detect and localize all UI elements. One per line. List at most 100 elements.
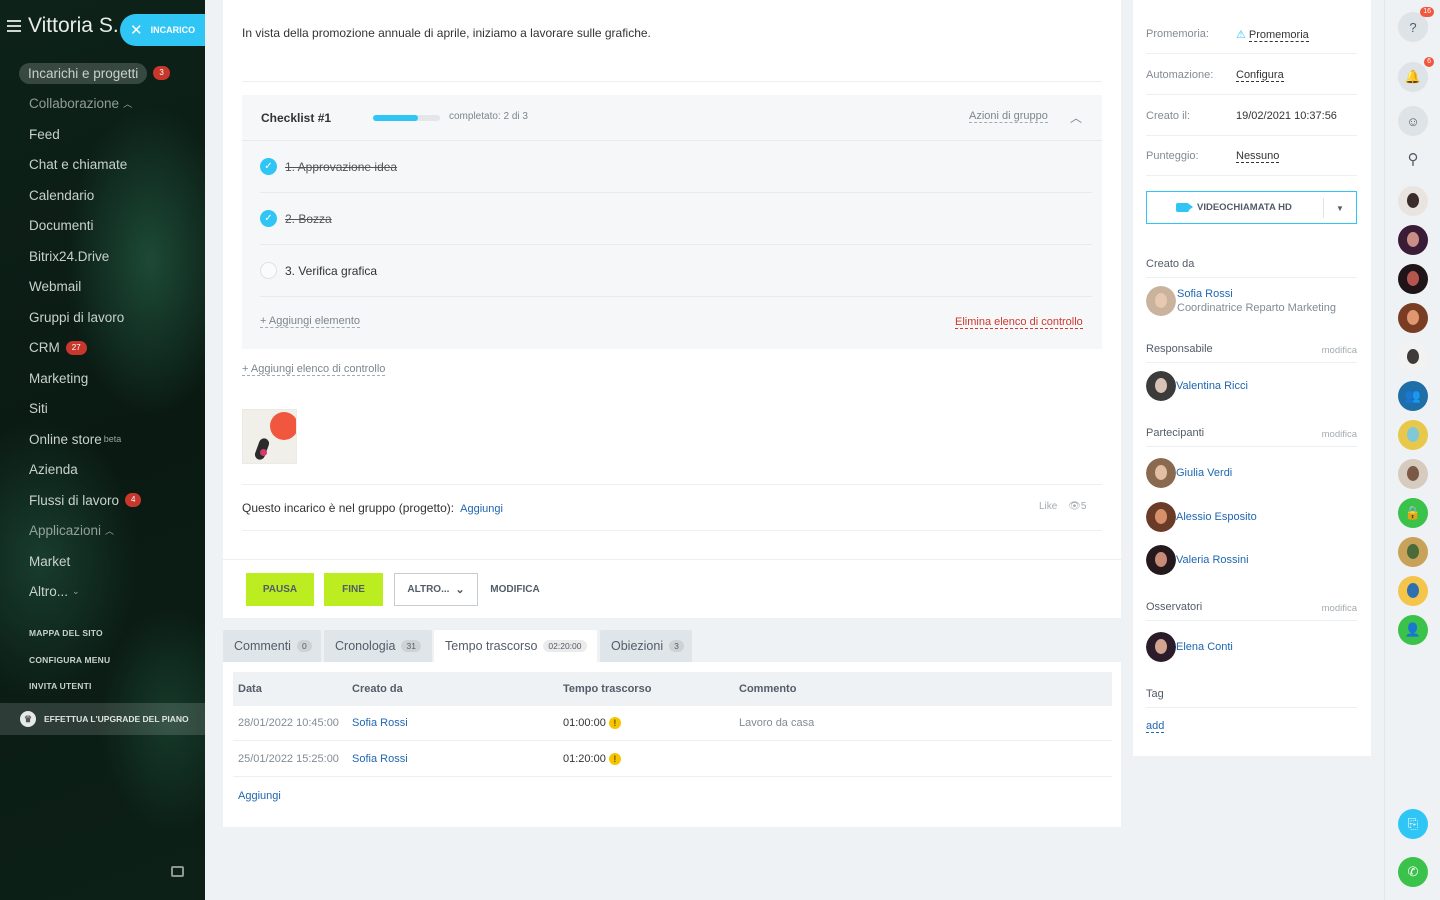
person-name[interactable]: Valeria Rossini [1176,554,1249,566]
phone-icon[interactable]: ✆ [1398,857,1428,887]
contact-avatar[interactable] [1398,264,1428,294]
person-name[interactable]: Giulia Verdi [1176,467,1232,479]
sidebar-item-online-store[interactable]: Online store beta [0,424,205,455]
creator[interactable]: Sofia Rossi Coordinatrice Reparto Market… [1146,286,1336,316]
tab-comments[interactable]: Commenti 0 [223,630,321,662]
contact-avatar[interactable] [1398,537,1428,567]
observer[interactable]: Elena Conti [1146,632,1233,662]
contact-avatar[interactable] [1398,459,1428,489]
add-time-link[interactable]: Aggiungi [238,790,281,802]
person-name[interactable]: Sofia Rossi [1177,287,1336,301]
add-project-link[interactable]: Aggiungi [460,503,503,515]
tab-history[interactable]: Cronologia 31 [324,630,432,662]
sidebar-item-company[interactable]: Azienda [0,455,205,486]
sidebar-item-calendar[interactable]: Calendario [0,180,205,211]
person-name[interactable]: Elena Conti [1176,641,1233,653]
add-item-link[interactable]: + Aggiungi elemento [260,315,360,328]
tab-elapsed-time[interactable]: Tempo trascorso 02:20:00 [434,630,597,662]
row-author-link[interactable]: Sofia Rossi [352,753,408,765]
configure-menu-link[interactable]: CONFIGURA MENU [0,647,205,674]
sidebar-item-drive[interactable]: Bitrix24.Drive [0,241,205,272]
close-icon: ✕ [130,22,143,39]
sidebar-item-workgroups[interactable]: Gruppi di lavoro [0,302,205,333]
progress-fill [373,115,418,121]
contact-avatar[interactable] [1398,225,1428,255]
avatar [1146,632,1176,662]
modify-link[interactable]: modifica [1322,429,1357,440]
sitemap-link[interactable]: MAPPA DEL SITO [0,620,205,647]
row-author-link[interactable]: Sofia Rossi [352,717,408,729]
avatar-face [1155,378,1167,393]
sidebar-item-tasks[interactable]: Incarichi e progetti 3 [0,58,205,89]
finish-button[interactable]: FINE [324,573,383,606]
avatar [1146,458,1176,488]
more-button[interactable]: ALTRO... ⌄ [394,573,478,606]
checkmark-icon[interactable]: ✓ [260,210,277,227]
sidebar-group-applications[interactable]: Applicazioni ︿ [0,516,205,547]
bell-icon[interactable]: 🔔 6 [1398,57,1434,92]
chevron-up-icon[interactable]: ︿ [1070,109,1082,126]
printer-icon[interactable] [171,866,184,877]
person-name[interactable]: Valentina Ricci [1176,380,1248,392]
person-name[interactable]: Alessio Esposito [1176,511,1257,523]
contact-avatar[interactable] [1398,342,1428,372]
participant[interactable]: Giulia Verdi [1146,458,1232,488]
sidebar-item-sites[interactable]: Siti [0,394,205,425]
sidebar-item-chat[interactable]: Chat e chiamate [0,150,205,181]
group-chat-icon[interactable]: 👥 [1398,381,1428,411]
sidebar-group-collaboration[interactable]: Collaborazione ︿ [0,89,205,120]
group-actions-link[interactable]: Azioni di gruppo [969,110,1048,123]
sidebar-item-market[interactable]: Market [0,546,205,577]
sidebar-item-webmail[interactable]: Webmail [0,272,205,303]
chevron-down-icon[interactable]: ▼ [1323,198,1356,218]
modify-link[interactable]: modifica [1322,345,1357,356]
checklist-item[interactable]: ✓ 1. Approvazione idea [260,141,1092,193]
modify-link[interactable]: modifica [1322,603,1357,614]
search-icon[interactable]: ⚲ [1398,144,1428,174]
sidebar-item-marketing[interactable]: Marketing [0,363,205,394]
pause-button[interactable]: PAUSA [246,573,314,606]
contact-avatar[interactable] [1398,576,1428,606]
task-actions-bar: PAUSA FINE ALTRO... ⌄ MODIFICA [223,559,1121,618]
configure-link[interactable]: Configura [1236,69,1284,82]
menu-icon[interactable] [7,20,21,32]
edit-button[interactable]: MODIFICA [485,573,545,606]
add-checklist-link[interactable]: + Aggiungi elenco di controllo [242,363,386,376]
chat-icon[interactable]: ☺ [1398,106,1428,136]
contact-avatar[interactable] [1398,186,1428,216]
participant[interactable]: Alessio Esposito [1146,502,1257,532]
document-icon[interactable]: ⎘ [1398,809,1428,839]
sidebar-item-workflows[interactable]: Flussi di lavoro 4 [0,485,205,516]
like-button[interactable]: Like [1039,501,1057,512]
user-icon[interactable]: 👤 [1398,615,1428,645]
table-header: Data Creato da Tempo trascorso Commento [233,672,1112,706]
reminder-link[interactable]: ⚠ Promemoria [1236,28,1309,42]
add-tag-link[interactable]: add [1146,720,1165,733]
upgrade-plan-button[interactable]: ♛ EFFETTUA L'UPGRADE DEL PIANO [0,703,205,735]
sidebar-item-feed[interactable]: Feed [0,119,205,150]
chevron-down-icon: ⌄ [72,586,80,597]
video-call-button[interactable]: VIDEOCHIAMATA HD ▼ [1146,191,1357,224]
row-date: 28/01/2022 10:45:00 [238,717,339,729]
user-name[interactable]: Vittoria S. [28,14,119,38]
sidebar-item-more[interactable]: Altro... ⌄ [0,577,205,608]
checkmark-icon[interactable]: ✓ [260,158,277,175]
score-link[interactable]: Nessuno [1236,150,1280,163]
attachment-thumbnail[interactable] [242,409,297,464]
new-task-button[interactable]: ✕ INCARICO [120,14,205,46]
checklist-status: completato: 2 di 3 [449,111,528,122]
contact-avatar[interactable] [1398,420,1428,450]
checklist-item[interactable]: ✓ 2. Bozza [260,193,1092,245]
help-icon[interactable]: ? 16 [1398,7,1434,42]
participant[interactable]: Valeria Rossini [1146,545,1249,575]
responsible-person[interactable]: Valentina Ricci [1146,371,1248,401]
unchecked-circle-icon[interactable] [260,262,277,279]
tab-objections[interactable]: Obiezioni 3 [600,630,692,662]
delete-checklist-link[interactable]: Elimina elenco di controllo [955,316,1083,329]
invite-users-link[interactable]: INVITA UTENTI [0,673,205,700]
contact-avatar[interactable] [1398,303,1428,333]
sidebar-item-crm[interactable]: CRM 27 [0,333,205,364]
checklist-item[interactable]: 3. Verifica grafica [260,245,1092,297]
sidebar-item-documents[interactable]: Documenti [0,211,205,242]
lock-icon[interactable]: 🔒 [1398,498,1428,528]
